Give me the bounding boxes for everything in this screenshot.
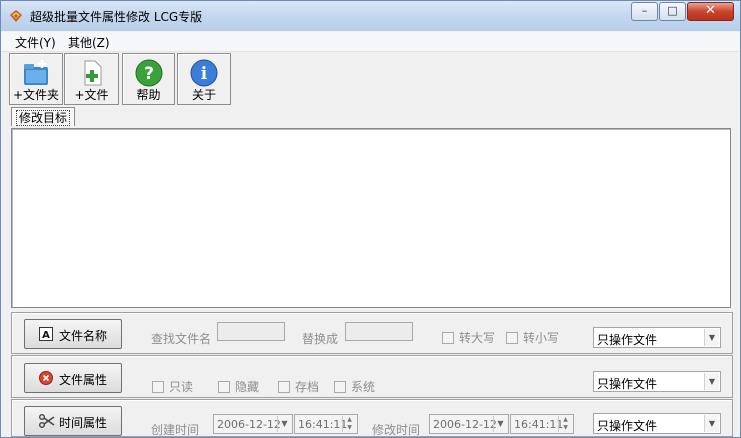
system-label: 系统	[351, 380, 376, 394]
modified-date-value: 2006-12-12	[433, 418, 497, 431]
archive-checkbox[interactable]: 存档	[278, 378, 319, 395]
time-scope-value: 只操作文件	[597, 419, 658, 433]
created-time-picker[interactable]: 16:41:11 ▲ ▼	[294, 414, 358, 434]
chevron-down-icon: ▼	[704, 373, 719, 390]
app-window: 超级批量文件属性修改 LCG专版 – □ ✕ 文件(Y) 其他(Z) +文件夹 …	[0, 0, 741, 438]
caption-buttons: – □ ✕	[630, 2, 734, 21]
add-file-button[interactable]: +文件	[64, 53, 119, 105]
readonly-checkbox[interactable]: 只读	[152, 378, 193, 395]
modified-time-value: 16:41:11	[514, 418, 564, 431]
uppercase-checkbox[interactable]: 转大写	[442, 329, 495, 346]
svg-text:i: i	[201, 64, 208, 84]
add-folder-label: +文件夹	[12, 88, 60, 102]
lowercase-checkbox[interactable]: 转小写	[506, 329, 559, 346]
tab-modify-target[interactable]: 修改目标	[11, 107, 76, 126]
archive-label: 存档	[295, 380, 320, 394]
modified-time-label: 修改时间	[372, 423, 421, 437]
toolbar: +文件夹 +文件 ? 帮助 i 关于	[1, 53, 740, 107]
attribute-scope-select[interactable]: 只操作文件 ▼	[593, 371, 721, 392]
hidden-checkbox[interactable]: 隐藏	[218, 378, 259, 395]
checkbox-box	[334, 380, 346, 393]
attribute-scope-value: 只操作文件	[597, 377, 658, 391]
time-button-label: 时间属性	[59, 416, 108, 430]
hidden-label: 隐藏	[235, 380, 260, 394]
text-a-icon: A	[39, 327, 53, 344]
close-icon: ✕	[705, 3, 716, 18]
checkbox-box	[278, 380, 290, 393]
created-date-value: 2006-12-12	[217, 418, 281, 431]
maximize-icon: □	[667, 4, 678, 17]
add-folder-button[interactable]: +文件夹	[9, 53, 63, 105]
checkbox-box	[218, 380, 230, 393]
modified-time-picker[interactable]: 16:41:11 ▲ ▼	[510, 414, 574, 434]
svg-text:A: A	[42, 330, 50, 341]
time-panel: 时间属性 创建时间 2006-12-12 ▼ 16:41:11 ▲ ▼ 修改时间 …	[11, 399, 733, 437]
chevron-down-icon: ▼	[704, 329, 719, 346]
chevron-down-icon: ▼	[704, 415, 719, 432]
menu-other[interactable]: 其他(Z)	[68, 34, 110, 51]
svg-text:?: ?	[144, 64, 154, 84]
spinner-icon: ▲ ▼	[558, 416, 572, 432]
rename-scope-value: 只操作文件	[597, 333, 658, 347]
created-time-label: 创建时间	[151, 423, 200, 437]
rename-button-label: 文件名称	[59, 329, 108, 343]
help-button[interactable]: ? 帮助	[122, 53, 175, 105]
spinner-icon: ▲ ▼	[342, 416, 356, 432]
created-date-picker[interactable]: 2006-12-12 ▼	[213, 414, 293, 434]
close-button[interactable]: ✕	[687, 2, 734, 21]
menu-bar: 文件(Y) 其他(Z)	[1, 32, 740, 52]
rename-scope-select[interactable]: 只操作文件 ▼	[593, 327, 721, 348]
attribute-button-label: 文件属性	[59, 373, 108, 387]
about-label: 关于	[191, 88, 216, 102]
checkbox-box	[442, 331, 454, 344]
attribute-button[interactable]: 文件属性	[24, 363, 122, 393]
tab-label: 修改目标	[16, 110, 71, 126]
help-label: 帮助	[136, 88, 161, 102]
rename-panel: A 文件名称 查找文件名 替换成 转大写 转小写 只操作文件 ▼	[11, 312, 733, 354]
target-file-list[interactable]	[11, 128, 731, 308]
minimize-icon: –	[641, 4, 648, 17]
time-scope-select[interactable]: 只操作文件 ▼	[593, 413, 721, 434]
find-input[interactable]	[217, 322, 285, 341]
attribute-panel: 文件属性 只读 隐藏 存档 系统 只操作文件 ▼	[11, 355, 733, 398]
system-checkbox[interactable]: 系统	[334, 378, 375, 395]
lowercase-label: 转小写	[523, 331, 560, 345]
time-button[interactable]: 时间属性	[24, 406, 122, 436]
rename-button[interactable]: A 文件名称	[24, 319, 122, 349]
uppercase-label: 转大写	[459, 331, 496, 345]
about-button[interactable]: i 关于	[177, 53, 231, 105]
maximize-button[interactable]: □	[659, 2, 686, 21]
replace-label: 替换成	[302, 332, 339, 346]
add-file-label: +文件	[74, 88, 109, 102]
find-label: 查找文件名	[151, 332, 212, 346]
replace-input[interactable]	[345, 322, 413, 341]
chevron-down-icon: ▼	[277, 416, 291, 432]
app-icon	[8, 8, 24, 24]
attribute-icon	[39, 371, 53, 388]
chevron-down-icon: ▼	[493, 416, 507, 432]
window-title: 超级批量文件属性修改 LCG专版	[30, 10, 203, 24]
checkbox-box	[152, 380, 164, 393]
modified-date-picker[interactable]: 2006-12-12 ▼	[429, 414, 509, 434]
menu-file[interactable]: 文件(Y)	[15, 34, 56, 51]
scissors-icon	[39, 414, 55, 431]
checkbox-box	[506, 331, 518, 344]
minimize-button[interactable]: –	[631, 2, 658, 21]
title-bar[interactable]: 超级批量文件属性修改 LCG专版 – □ ✕	[1, 1, 740, 31]
created-time-value: 16:41:11	[298, 418, 348, 431]
readonly-label: 只读	[169, 380, 194, 394]
